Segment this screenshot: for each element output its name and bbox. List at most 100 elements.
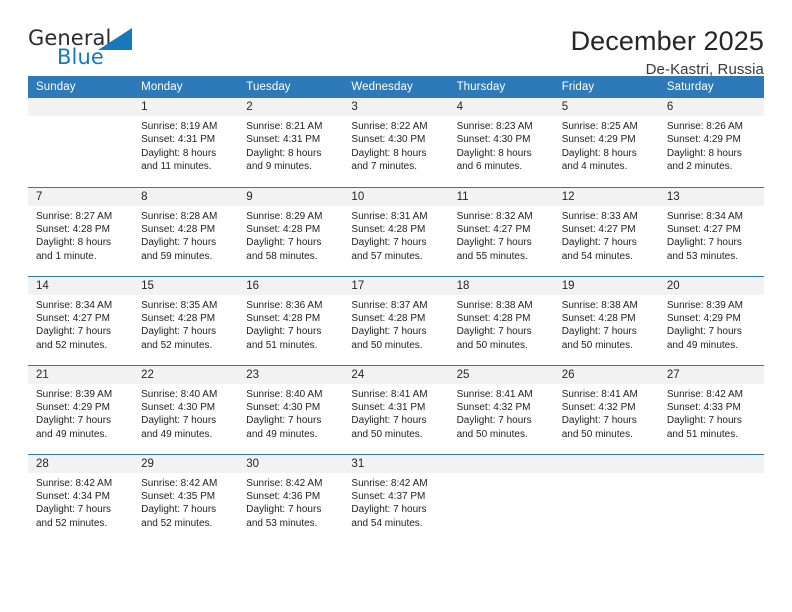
general-blue-logo[interactable]: General Blue	[28, 26, 148, 72]
day-number: 20	[658, 276, 764, 295]
calendar-day-cell[interactable]: 20 Sunrise: 8:39 AM Sunset: 4:29 PM Dayligh…	[658, 275, 764, 365]
day-daylight-line1-text: Daylight: 7 hours	[246, 504, 322, 516]
day-sunset-text: Sunset: 4:27 PM	[561, 223, 636, 235]
day-sun-info: Sunrise: 8:32 AM Sunset: 4:27 PM Daylight:…	[449, 206, 554, 264]
day-sun-info: Sunrise: 8:41 AM Sunset: 4:32 PM Daylight:…	[554, 384, 659, 442]
calendar-day-cell[interactable]: 13 Sunrise: 8:34 AM Sunset: 4:27 PM Dayligh…	[658, 186, 764, 276]
day-sun-info: Sunrise: 8:42 AM Sunset: 4:36 PM Daylight:…	[238, 473, 343, 531]
day-number: 14	[28, 276, 134, 295]
calendar-day-cell-empty	[658, 453, 764, 543]
calendar-day-cell[interactable]: 5 Sunrise: 8:25 AM Sunset: 4:29 PM Daylight…	[553, 98, 659, 187]
day-sun-info: Sunrise: 8:22 AM Sunset: 4:30 PM Daylight:…	[343, 116, 448, 174]
page-title: December 2025	[570, 26, 764, 56]
day-sun-info: Sunrise: 8:33 AM Sunset: 4:27 PM Daylight:…	[554, 206, 659, 264]
day-daylight-line1-text: Daylight: 8 hours	[561, 147, 637, 159]
calendar-day-cell[interactable]: 12 Sunrise: 8:33 AM Sunset: 4:27 PM Dayligh…	[553, 186, 659, 276]
calendar-day-cell[interactable]: 21 Sunrise: 8:39 AM Sunset: 4:29 PM Dayligh…	[28, 364, 134, 454]
day-daylight-line2-text: and 50 minutes.	[351, 428, 423, 440]
day-daylight-line1-text: Daylight: 7 hours	[141, 504, 217, 516]
calendar-day-cell[interactable]: 17 Sunrise: 8:37 AM Sunset: 4:28 PM Dayligh…	[343, 275, 449, 365]
calendar-day-cell[interactable]: 23 Sunrise: 8:40 AM Sunset: 4:30 PM Dayligh…	[238, 364, 344, 454]
day-sunset-text: Sunset: 4:27 PM	[36, 312, 110, 324]
day-sun-info: Sunrise: 8:37 AM Sunset: 4:28 PM Daylight:…	[343, 295, 448, 353]
calendar-day-cell[interactable]: 6 Sunrise: 8:26 AM Sunset: 4:29 PM Daylight…	[658, 98, 764, 187]
calendar-day-cell[interactable]: 29 Sunrise: 8:42 AM Sunset: 4:35 PM Dayligh…	[133, 453, 239, 543]
day-daylight-line2-text: and 50 minutes.	[561, 339, 633, 351]
calendar-day-cell[interactable]: 8 Sunrise: 8:28 AM Sunset: 4:28 PM Daylight…	[133, 186, 239, 276]
day-sunrise-text: Sunrise: 8:42 AM	[666, 388, 743, 400]
calendar-day-cell-empty	[28, 98, 134, 187]
day-number: 2	[238, 98, 344, 116]
day-sunset-text: Sunset: 4:27 PM	[456, 223, 531, 235]
day-number: 7	[28, 187, 134, 206]
day-sunset-text: Sunset: 4:28 PM	[141, 312, 216, 324]
calendar-day-cell[interactable]: 1 Sunrise: 8:19 AM Sunset: 4:31 PM Daylight…	[133, 98, 239, 187]
day-sunset-text: Sunset: 4:28 PM	[246, 312, 321, 324]
day-sun-info: Sunrise: 8:34 AM Sunset: 4:27 PM Daylight:…	[28, 295, 133, 353]
day-sun-info: Sunrise: 8:41 AM Sunset: 4:32 PM Daylight:…	[449, 384, 554, 442]
day-sunset-text: Sunset: 4:28 PM	[351, 312, 426, 324]
day-sunrise-text: Sunrise: 8:40 AM	[141, 388, 218, 400]
day-sunrise-text: Sunrise: 8:39 AM	[666, 299, 743, 311]
calendar-day-cell[interactable]: 4 Sunrise: 8:23 AM Sunset: 4:30 PM Daylight…	[448, 98, 554, 187]
calendar-day-cell[interactable]: 26 Sunrise: 8:41 AM Sunset: 4:32 PM Dayligh…	[553, 364, 659, 454]
day-daylight-line1-text: Daylight: 7 hours	[561, 415, 637, 427]
day-sunrise-text: Sunrise: 8:34 AM	[666, 210, 743, 222]
day-number-band	[28, 98, 134, 116]
day-sunset-text: Sunset: 4:32 PM	[561, 401, 636, 413]
calendar-day-cell[interactable]: 24 Sunrise: 8:41 AM Sunset: 4:31 PM Dayligh…	[343, 364, 449, 454]
day-sunset-text: Sunset: 4:27 PM	[666, 223, 741, 235]
calendar-day-cell[interactable]: 2 Sunrise: 8:21 AM Sunset: 4:31 PM Daylight…	[238, 98, 344, 187]
calendar-day-cell[interactable]: 7 Sunrise: 8:27 AM Sunset: 4:28 PM Daylight…	[28, 186, 134, 276]
day-number: 17	[343, 276, 449, 295]
day-number: 4	[448, 98, 554, 116]
calendar-day-cell[interactable]: 9 Sunrise: 8:29 AM Sunset: 4:28 PM Daylight…	[238, 186, 344, 276]
day-sunrise-text: Sunrise: 8:41 AM	[456, 388, 533, 400]
calendar-day-cell[interactable]: 27 Sunrise: 8:42 AM Sunset: 4:33 PM Dayligh…	[658, 364, 764, 454]
day-number: 13	[658, 187, 764, 206]
day-sun-info: Sunrise: 8:34 AM Sunset: 4:27 PM Daylight:…	[659, 206, 764, 264]
day-sun-info: Sunrise: 8:40 AM Sunset: 4:30 PM Daylight:…	[238, 384, 343, 442]
day-sunset-text: Sunset: 4:35 PM	[141, 490, 216, 502]
day-sunset-text: Sunset: 4:29 PM	[36, 401, 110, 413]
calendar-day-cell[interactable]: 30 Sunrise: 8:42 AM Sunset: 4:36 PM Dayligh…	[238, 453, 344, 543]
day-number: 8	[133, 187, 239, 206]
calendar-day-cell[interactable]: 28 Sunrise: 8:42 AM Sunset: 4:34 PM Dayligh…	[28, 453, 134, 543]
calendar-day-cell[interactable]: 18 Sunrise: 8:38 AM Sunset: 4:28 PM Dayligh…	[448, 275, 554, 365]
day-sun-info: Sunrise: 8:39 AM Sunset: 4:29 PM Daylight:…	[659, 295, 764, 353]
weekday-header-sunday: Sunday	[28, 76, 134, 98]
day-daylight-line1-text: Daylight: 7 hours	[351, 504, 427, 516]
day-daylight-line1-text: Daylight: 7 hours	[141, 415, 217, 427]
calendar-day-cell[interactable]: 11 Sunrise: 8:32 AM Sunset: 4:27 PM Dayligh…	[448, 186, 554, 276]
day-number: 29	[133, 454, 239, 473]
day-sunrise-text: Sunrise: 8:29 AM	[246, 210, 323, 222]
day-daylight-line1-text: Daylight: 7 hours	[36, 504, 112, 516]
calendar-day-cell[interactable]: 14 Sunrise: 8:34 AM Sunset: 4:27 PM Dayligh…	[28, 275, 134, 365]
day-daylight-line2-text: and 53 minutes.	[666, 250, 739, 262]
day-daylight-line1-text: Daylight: 7 hours	[666, 237, 742, 249]
day-sunset-text: Sunset: 4:33 PM	[666, 401, 741, 413]
day-sunset-text: Sunset: 4:29 PM	[561, 134, 636, 146]
day-sun-info: Sunrise: 8:31 AM Sunset: 4:28 PM Daylight:…	[343, 206, 448, 264]
calendar-day-cell[interactable]: 10 Sunrise: 8:31 AM Sunset: 4:28 PM Dayligh…	[343, 186, 449, 276]
calendar-page: General Blue December 2025 De-Kastri, Ru…	[0, 0, 792, 612]
day-daylight-line2-text: and 58 minutes.	[246, 250, 318, 262]
day-sunset-text: Sunset: 4:34 PM	[36, 490, 110, 502]
day-sunset-text: Sunset: 4:30 PM	[456, 134, 531, 146]
logo-text-blue: Blue	[57, 45, 104, 69]
day-sun-info: Sunrise: 8:27 AM Sunset: 4:28 PM Daylight:…	[28, 206, 133, 264]
day-sunrise-text: Sunrise: 8:19 AM	[141, 121, 218, 132]
day-sun-info: Sunrise: 8:39 AM Sunset: 4:29 PM Daylight:…	[28, 384, 133, 442]
day-daylight-line2-text: and 49 minutes.	[666, 339, 739, 351]
calendar-day-cell[interactable]: 3 Sunrise: 8:22 AM Sunset: 4:30 PM Daylight…	[343, 98, 449, 187]
calendar-day-cell[interactable]: 31 Sunrise: 8:42 AM Sunset: 4:37 PM Dayligh…	[343, 453, 449, 543]
day-number: 15	[133, 276, 239, 295]
calendar-day-cell[interactable]: 22 Sunrise: 8:40 AM Sunset: 4:30 PM Dayligh…	[133, 364, 239, 454]
day-daylight-line1-text: Daylight: 7 hours	[246, 237, 322, 249]
calendar-day-cell[interactable]: 25 Sunrise: 8:41 AM Sunset: 4:32 PM Dayligh…	[448, 364, 554, 454]
calendar-day-cell[interactable]: 15 Sunrise: 8:35 AM Sunset: 4:28 PM Dayligh…	[133, 275, 239, 365]
day-number: 27	[658, 365, 764, 384]
day-daylight-line2-text: and 6 minutes.	[456, 161, 523, 173]
calendar-day-cell[interactable]: 19 Sunrise: 8:38 AM Sunset: 4:28 PM Dayligh…	[553, 275, 659, 365]
calendar-day-cell[interactable]: 16 Sunrise: 8:36 AM Sunset: 4:28 PM Dayligh…	[238, 275, 344, 365]
